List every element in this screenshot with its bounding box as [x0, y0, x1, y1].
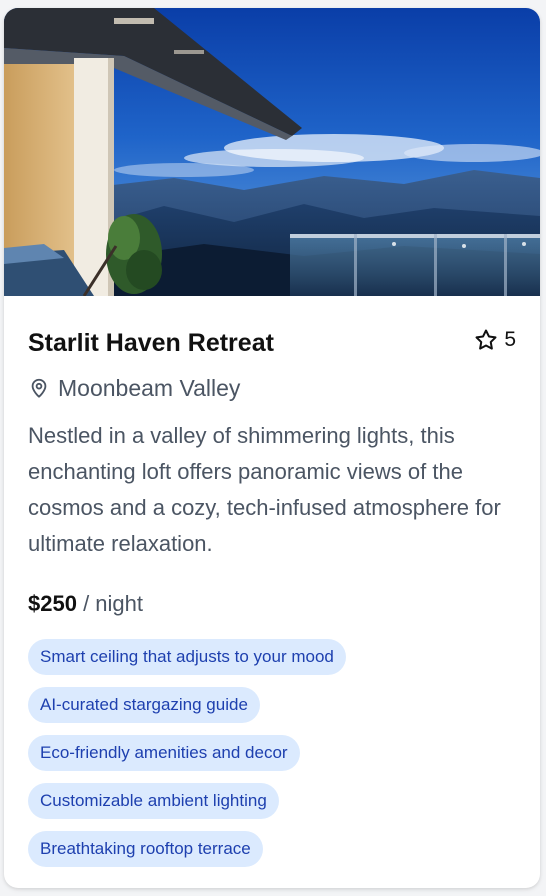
price-amount: $250	[28, 591, 77, 616]
feature-chip: Eco-friendly amenities and decor	[28, 735, 300, 771]
feature-chip: Customizable ambient lighting	[28, 783, 279, 819]
price-unit: / night	[83, 591, 144, 616]
listing-photo	[4, 8, 540, 296]
listing-card[interactable]: Starlit Haven Retreat 5 Moonbeam Valley …	[4, 8, 540, 888]
location: Moonbeam Valley	[28, 372, 240, 404]
feature-chip: AI-curated stargazing guide	[28, 687, 260, 723]
rating-value: 5	[504, 328, 516, 351]
star-icon	[474, 328, 498, 352]
feature-list: Smart ceiling that adjusts to your mood …	[28, 639, 346, 867]
feature-chip: Smart ceiling that adjusts to your mood	[28, 639, 346, 675]
listing-title[interactable]: Starlit Haven Retreat	[28, 326, 274, 360]
map-pin-icon	[28, 376, 50, 400]
listing-description: Nestled in a valley of shimmering lights…	[28, 423, 501, 556]
rating: 5	[474, 326, 516, 354]
location-label: Moonbeam Valley	[58, 375, 241, 401]
price: $250 / night	[28, 588, 143, 620]
feature-chip: Breathtaking rooftop terrace	[28, 831, 263, 867]
